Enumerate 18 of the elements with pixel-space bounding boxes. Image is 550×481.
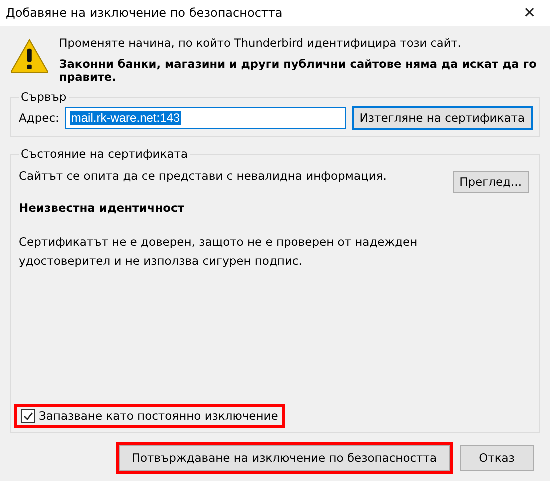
warning-text: Законни банки, магазини и други публични сайтове няма да искат да го правите. bbox=[59, 58, 538, 84]
address-label: Адрес: bbox=[19, 111, 60, 125]
warning-text: Променяте начина, по който Thunderbird идентифицира този сайт. bbox=[59, 37, 462, 50]
cancel-button[interactable]: Отказ bbox=[460, 445, 534, 471]
status-text: Сайтът се опита да се представи с невалидна информация. bbox=[19, 169, 387, 183]
close-button[interactable]: ✕ bbox=[510, 0, 550, 26]
group-label: Състояние на сертификата bbox=[20, 147, 189, 161]
confirm-button[interactable]: Потвърждаване на изключение по безопасността bbox=[118, 445, 450, 471]
permanent-checkbox[interactable]: Запазване като постоянно изключение bbox=[14, 404, 286, 428]
window-title: Добавяне на изключение по безопасността bbox=[6, 6, 283, 20]
address-field[interactable]: mail.rk-ware.net:143 bbox=[65, 107, 346, 129]
view-button[interactable]: Преглед... bbox=[452, 171, 529, 193]
fetch-certificate-button[interactable]: Изтегляне на сертификата bbox=[352, 106, 533, 130]
checkbox-icon[interactable] bbox=[21, 409, 35, 423]
status-details: Сертификатът не е доверен, защото не е проверен от надежден удостоверител и не използва сигурен подпис. bbox=[19, 234, 419, 270]
warning-icon bbox=[10, 36, 50, 76]
group-label: Сървър bbox=[20, 90, 68, 104]
status-heading: Неизвестна идентичност bbox=[19, 201, 186, 215]
